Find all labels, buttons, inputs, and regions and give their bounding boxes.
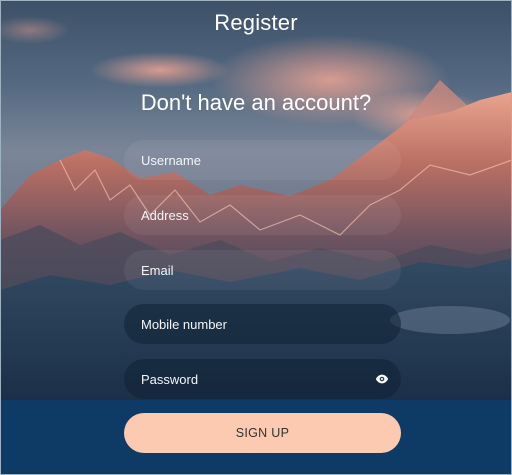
- sign-up-button[interactable]: SIGN UP: [124, 413, 401, 453]
- page-title: Register: [214, 10, 298, 35]
- password-input[interactable]: [124, 359, 401, 399]
- username-field-container: [124, 140, 401, 180]
- password-field-container: [124, 359, 401, 399]
- eye-icon[interactable]: [375, 372, 389, 386]
- mobile-field-container: [124, 304, 401, 344]
- email-input[interactable]: [124, 250, 401, 290]
- email-field-container: [124, 250, 401, 290]
- username-input[interactable]: [124, 140, 401, 180]
- address-input[interactable]: [124, 195, 401, 235]
- mountain-background: [0, 0, 512, 475]
- mobile-number-input[interactable]: [124, 304, 401, 344]
- page-subtitle: Don't have an account?: [140, 90, 372, 115]
- address-field-container: [124, 195, 401, 235]
